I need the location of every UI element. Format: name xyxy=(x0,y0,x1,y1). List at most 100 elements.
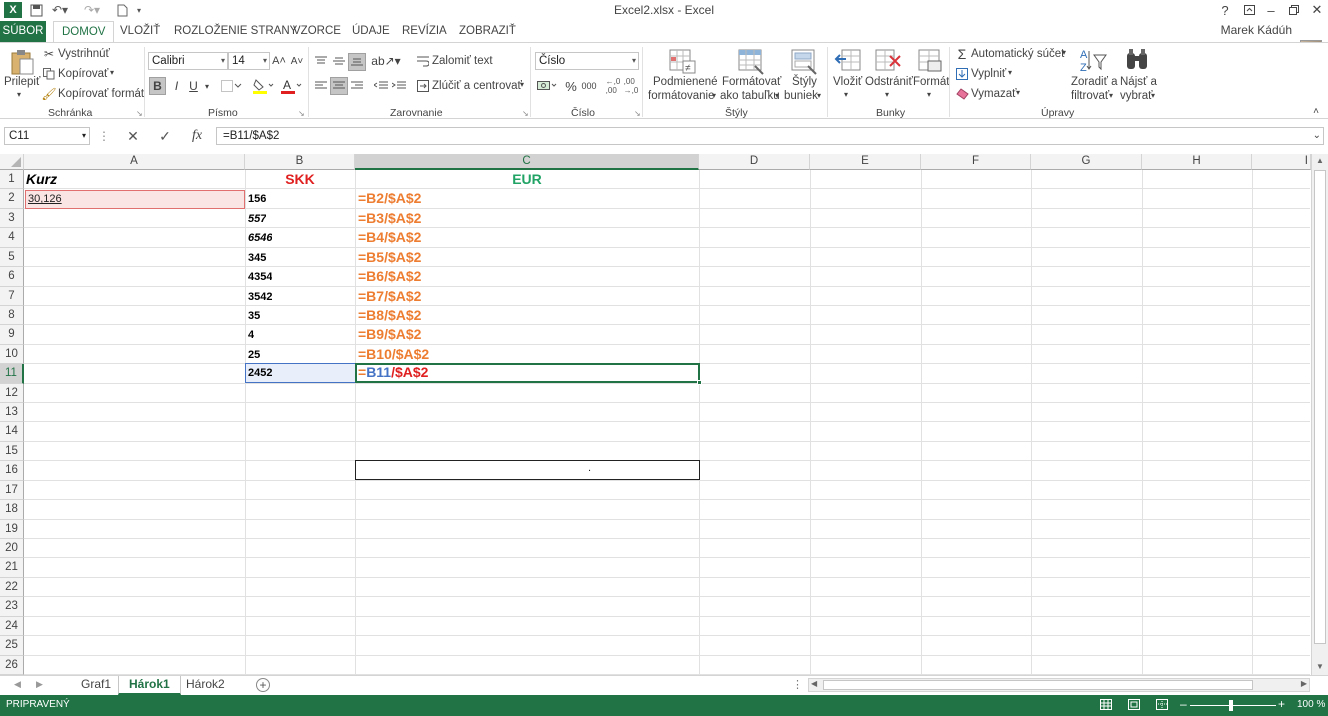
format-as-table-label-2[interactable]: ako tabuľku xyxy=(720,90,780,102)
column-header-a[interactable]: A xyxy=(24,154,245,170)
find-select-icon[interactable] xyxy=(1124,47,1152,75)
accounting-format-icon[interactable] xyxy=(536,78,560,94)
page-break-view-icon[interactable] xyxy=(1156,699,1168,710)
row-header[interactable]: 19 xyxy=(0,520,24,539)
help-button[interactable]: ? xyxy=(1214,1,1236,19)
align-bottom-icon[interactable] xyxy=(348,53,366,71)
expand-formula-icon[interactable]: ⌄ xyxy=(1313,128,1321,144)
scroll-thumb[interactable] xyxy=(1314,170,1326,644)
number-launcher-icon[interactable]: ↘ xyxy=(634,109,641,118)
conditional-formatting-icon[interactable]: ≠ xyxy=(668,47,696,75)
font-launcher-icon[interactable]: ↘ xyxy=(298,109,305,118)
cell-styles-icon[interactable] xyxy=(790,47,818,75)
row-header[interactable]: 9 xyxy=(0,325,24,345)
cell-b7[interactable]: 3542 xyxy=(248,291,272,303)
cell-styles-dropdown-icon[interactable]: ▾ xyxy=(817,91,821,100)
insert-cells-icon[interactable] xyxy=(834,47,862,75)
zoom-slider-thumb[interactable] xyxy=(1229,700,1233,711)
merge-center-button[interactable]: Zlúčiť a centrovať xyxy=(432,80,522,92)
decrease-decimal-icon[interactable]: ,00 →,0 xyxy=(623,77,639,95)
zoom-slider[interactable] xyxy=(1190,705,1276,706)
insert-dropdown-icon[interactable]: ▾ xyxy=(844,90,848,99)
row-header[interactable]: 26 xyxy=(0,656,24,675)
align-middle-icon[interactable] xyxy=(331,53,347,69)
copy-icon[interactable] xyxy=(42,67,56,81)
copy-button[interactable]: Kopírovať xyxy=(58,68,108,80)
zoom-out-icon[interactable]: – xyxy=(1180,697,1187,711)
formula-input[interactable]: =B11/$A$2 ⌄ xyxy=(216,127,1324,145)
find-select-button[interactable]: Nájsť a xyxy=(1120,76,1157,88)
delete-cells-button[interactable]: Odstrániť xyxy=(865,76,913,88)
column-header-h[interactable]: H xyxy=(1142,154,1252,170)
format-painter-button[interactable]: Kopírovať formát xyxy=(58,88,144,100)
conditional-formatting-button[interactable]: Podmienené xyxy=(653,76,718,88)
format-cells-button[interactable]: Formát xyxy=(913,76,949,88)
borders-icon[interactable] xyxy=(220,78,244,94)
clear-dropdown-icon[interactable]: ▾ xyxy=(1016,88,1020,97)
split-grip-icon[interactable]: ⋮ xyxy=(792,678,803,691)
align-top-icon[interactable] xyxy=(313,53,329,69)
wrap-text-button[interactable]: Zalomiť text xyxy=(432,55,493,67)
row-header[interactable]: 20 xyxy=(0,539,24,558)
next-sheet-icon[interactable]: ▶ xyxy=(36,679,43,690)
align-left-icon[interactable] xyxy=(314,79,328,93)
minimize-icon[interactable]: – xyxy=(1260,1,1282,19)
tab-insert[interactable]: VLOŽIŤ xyxy=(112,21,168,42)
prev-sheet-icon[interactable]: ◀ xyxy=(14,679,21,690)
clipboard-launcher-icon[interactable]: ↘ xyxy=(136,109,143,118)
cell-c3[interactable]: =B3/$A$2 xyxy=(358,210,421,226)
autosum-dropdown-icon[interactable]: ▾ xyxy=(1062,48,1066,57)
delete-dropdown-icon[interactable]: ▾ xyxy=(885,90,889,99)
cell-b6[interactable]: 4354 xyxy=(248,271,272,283)
confirm-entry-icon[interactable]: ✓ xyxy=(156,127,174,145)
increase-decimal-icon[interactable]: ←,0,00 xyxy=(605,77,621,95)
fill-button[interactable]: Vyplniť xyxy=(971,68,1006,80)
cell-c8[interactable]: =B8/$A$2 xyxy=(358,307,421,323)
collapse-ribbon-icon[interactable]: ˄ xyxy=(1310,105,1322,117)
cell-b5[interactable]: 345 xyxy=(248,252,266,264)
cell-c4[interactable]: =B4/$A$2 xyxy=(358,229,421,245)
cell-c9[interactable]: =B9/$A$2 xyxy=(358,326,421,342)
tab-review[interactable]: REVÍZIA xyxy=(394,21,455,42)
wrap-text-icon[interactable] xyxy=(416,53,430,69)
row-header[interactable]: 15 xyxy=(0,442,24,461)
paste-dropdown-icon[interactable]: ▾ xyxy=(17,90,21,99)
cell-c2[interactable]: =B2/$A$2 xyxy=(358,190,421,206)
cell-b4[interactable]: 6546 xyxy=(248,232,272,244)
cut-button[interactable]: Vystrihnúť xyxy=(58,48,110,60)
paste-button[interactable]: Prilepiť xyxy=(4,76,40,88)
sheet-tab-graf1[interactable]: Graf1 xyxy=(71,676,121,695)
format-table-dropdown-icon[interactable]: ▾ xyxy=(775,91,779,100)
column-header-c[interactable]: C xyxy=(355,154,699,170)
clear-button[interactable]: Vymazať xyxy=(971,88,1016,100)
column-header-e[interactable]: E xyxy=(810,154,921,170)
zoom-level[interactable]: 100 % xyxy=(1297,699,1325,710)
row-header[interactable]: 17 xyxy=(0,481,24,500)
row-header[interactable]: 16 xyxy=(0,461,24,481)
row-header[interactable]: 5 xyxy=(0,248,24,267)
autosum-button[interactable]: Automatický súčet xyxy=(971,48,1064,60)
close-icon[interactable]: ✕ xyxy=(1306,1,1328,19)
insert-cells-button[interactable]: Vložiť xyxy=(833,76,862,88)
cell-c7[interactable]: =B7/$A$2 xyxy=(358,288,421,304)
alignment-launcher-icon[interactable]: ↘ xyxy=(522,109,529,118)
row-header[interactable]: 24 xyxy=(0,617,24,636)
copy-dropdown-icon[interactable]: ▾ xyxy=(110,68,114,77)
orientation-icon[interactable]: ab↗▾ xyxy=(371,53,400,69)
increase-font-icon[interactable]: A˄ xyxy=(272,53,286,69)
cell-b8[interactable]: 35 xyxy=(248,310,260,322)
cell-c6[interactable]: =B6/$A$2 xyxy=(358,268,421,284)
scroll-up-icon[interactable]: ▲ xyxy=(1314,156,1326,168)
row-header[interactable]: 8 xyxy=(0,306,24,325)
cell-a2[interactable]: 30,126 xyxy=(25,190,245,209)
cell-c10[interactable]: =B10/$A$2 xyxy=(358,346,429,362)
cell-b11[interactable]: 2452 xyxy=(248,367,272,379)
underline-dropdown-icon[interactable]: ▾ xyxy=(202,78,212,94)
user-name[interactable]: Marek Kádúh xyxy=(1221,23,1292,37)
scroll-right-icon[interactable]: ▶ xyxy=(1301,679,1307,688)
format-cells-icon[interactable] xyxy=(916,47,944,75)
fill-color-icon[interactable] xyxy=(252,77,276,95)
cell-a1[interactable]: Kurz xyxy=(26,171,57,187)
conditional-formatting-label-2[interactable]: formátovanie xyxy=(648,90,714,102)
row-header[interactable]: 23 xyxy=(0,597,24,617)
